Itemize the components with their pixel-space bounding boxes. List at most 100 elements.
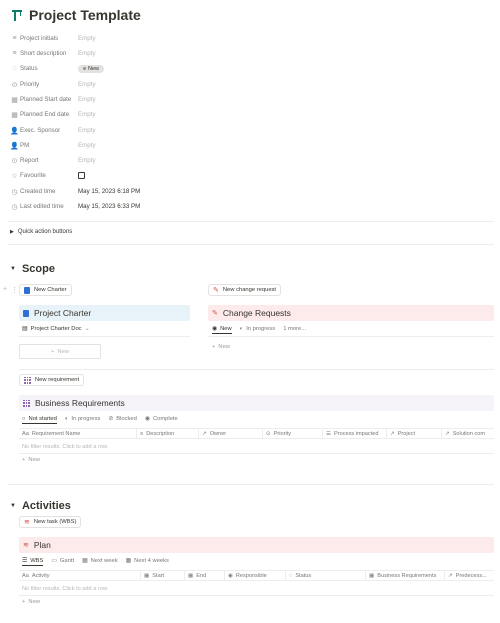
tab-label: In progress xyxy=(246,326,276,332)
new-charter-button[interactable]: New Charter xyxy=(19,284,72,296)
charter-new-card[interactable]: + New xyxy=(19,344,101,359)
property-row[interactable]: ◌ Status New xyxy=(10,62,490,75)
change-request-icon: ✎ xyxy=(213,287,219,294)
scope-heading[interactable]: ▼ Scope xyxy=(10,263,55,275)
column-header[interactable]: ⊙ Priority xyxy=(263,429,323,438)
property-row[interactable]: ☆ Favourite xyxy=(10,169,490,182)
property-row[interactable]: 👤 Exec. Sponsor Empty xyxy=(10,124,490,137)
property-row[interactable]: ⊙ Priority Empty xyxy=(10,78,490,91)
property-row[interactable]: ⊙ Report Empty xyxy=(10,154,490,167)
business-requirements-title: Business Requirements xyxy=(35,398,125,408)
property-value[interactable]: Empty xyxy=(78,81,96,88)
plus-icon: + xyxy=(22,457,26,463)
column-header[interactable]: Aa Activity xyxy=(19,571,141,580)
business-requirements-tabs: ○ Not started ◐ In progress ⊘ Blocked ◉ Comp… xyxy=(22,414,178,424)
property-value[interactable]: May 15, 2023 6:18 PM xyxy=(78,188,140,195)
page-title-row: Project Template xyxy=(10,7,141,23)
tab-wbs[interactable]: ☰ WBS xyxy=(22,556,44,566)
column-header[interactable]: ◉ Responsible xyxy=(225,571,286,580)
column-header[interactable]: ↗ Solution com xyxy=(442,429,494,438)
tab-not-started[interactable]: ○ Not started xyxy=(22,414,57,424)
tab-label: Next week xyxy=(90,558,118,564)
column-header[interactable]: ☰ Process impacted xyxy=(323,429,387,438)
property-row[interactable]: ▦ Planned End date Empty xyxy=(10,108,490,121)
activities-heading[interactable]: ▼ Activities xyxy=(10,500,71,512)
text-icon: Aa xyxy=(22,572,29,579)
column-label: Activity xyxy=(31,572,50,579)
add-block-icon[interactable]: + xyxy=(3,286,7,293)
empty-table-message[interactable]: No filter results. Click to add a row. xyxy=(22,444,108,450)
report-icon: ⊙ xyxy=(11,157,18,165)
property-value[interactable]: Empty xyxy=(78,157,96,164)
property-name: Planned End date xyxy=(20,111,70,118)
column-header[interactable]: ▦ Business Requirements xyxy=(366,571,445,580)
column-header[interactable]: ▦ Start xyxy=(141,571,185,580)
property-value[interactable]: Empty xyxy=(78,96,96,103)
tab-label: Complete xyxy=(152,416,178,422)
arrow-icon: ↗ xyxy=(448,572,453,579)
status-badge[interactable]: New xyxy=(78,64,105,73)
calendar-icon: ▦ xyxy=(144,572,150,579)
tab-next-week[interactable]: ▦ Next week xyxy=(82,556,118,566)
column-label: Responsible xyxy=(235,572,267,579)
plan-header: ≋ Plan xyxy=(19,537,494,553)
property-row[interactable]: ◷ Created time May 15, 2023 6:18 PM xyxy=(10,185,490,198)
column-label: Solution com xyxy=(452,430,486,437)
tab-more[interactable]: 1 more... xyxy=(283,324,306,334)
new-task-button[interactable]: ≋ New task (WBS) xyxy=(19,516,82,528)
property-row[interactable]: ▦ Planned Start date Empty xyxy=(10,93,490,106)
property-name: Exec. Sponsor xyxy=(20,127,61,134)
column-header[interactable]: ↗ Predecess... xyxy=(445,571,494,580)
plan-table-header: Aa Activity ▦ Start ▦ End ◉ Responsible ◌ Sta… xyxy=(19,570,494,581)
divider xyxy=(8,244,494,245)
property-value[interactable]: Empty xyxy=(78,50,96,57)
column-header[interactable]: ↗ Project xyxy=(387,429,442,438)
plus-icon: + xyxy=(51,348,55,355)
tab-complete[interactable]: ◉ Complete xyxy=(145,414,178,424)
new-change-request-button[interactable]: ✎ New change request xyxy=(208,284,282,296)
favourite-checkbox[interactable] xyxy=(78,172,85,179)
tab-new[interactable]: ◉ New xyxy=(212,324,232,334)
project-charter-view[interactable]: ▤ Project Charter Doc ⌄ xyxy=(22,325,89,333)
timeline-icon: ▭ xyxy=(51,558,57,564)
business-requirements-new[interactable]: + New xyxy=(22,457,40,463)
status-icon: ◌ xyxy=(12,65,17,72)
property-name: Last edited time xyxy=(20,203,64,210)
business-requirements-table-header: Aa Requirement Name ≡ Description ↗ Owner ⊙… xyxy=(19,428,494,439)
page-title: Project Template xyxy=(29,7,141,23)
priority-icon: ⊙ xyxy=(11,81,18,89)
property-row[interactable]: ≡ Short description Empty xyxy=(10,47,490,60)
property-value[interactable]: Empty xyxy=(78,35,96,42)
column-header[interactable]: ▦ End xyxy=(185,571,225,580)
tab-blocked[interactable]: ⊘ Blocked xyxy=(108,414,136,424)
tab-next-4-weeks[interactable]: ▦ Next 4 weeks xyxy=(126,556,169,566)
column-header[interactable]: Aa Requirement Name xyxy=(19,429,137,438)
empty-table-message[interactable]: No filter results. Click to add a row. xyxy=(22,586,108,592)
column-header[interactable]: ◌ Status xyxy=(286,571,366,580)
property-value[interactable]: Empty xyxy=(78,127,96,134)
property-row[interactable]: ◷ Last edited time May 15, 2023 6:33 PM xyxy=(10,200,490,213)
property-row[interactable]: ≡ Project initials Empty xyxy=(10,32,490,45)
property-value[interactable]: Empty xyxy=(78,111,96,118)
tab-in-progress[interactable]: ◐ In progress xyxy=(65,414,101,424)
new-label: New xyxy=(28,599,40,605)
property-name: Planned Start date xyxy=(20,96,72,103)
tab-in-progress[interactable]: ◐ In progress xyxy=(240,324,276,334)
charter-new-label: New xyxy=(57,348,69,355)
tab-gantt[interactable]: ▭ Gantt xyxy=(51,556,74,566)
column-label: Predecess... xyxy=(455,572,487,579)
property-value[interactable]: May 15, 2023 6:33 PM xyxy=(78,203,140,210)
person-icon: ◉ xyxy=(228,572,233,579)
column-header[interactable]: ≡ Description xyxy=(137,429,199,438)
column-header[interactable]: ↗ Owner xyxy=(199,429,263,438)
property-value[interactable]: Empty xyxy=(78,142,96,149)
quick-actions-toggle[interactable]: ▶ Quick action buttons xyxy=(10,229,72,235)
column-label: Project xyxy=(397,430,416,437)
plan-new[interactable]: + New xyxy=(22,599,40,605)
column-label: Description xyxy=(146,430,175,437)
property-row[interactable]: 👤 PM Empty xyxy=(10,139,490,152)
change-requests-tabs: ◉ New ◐ In progress 1 more... xyxy=(212,324,306,334)
document-icon xyxy=(23,309,29,317)
change-requests-new[interactable]: + New xyxy=(212,344,230,350)
new-requirement-button[interactable]: New requirement xyxy=(19,374,85,386)
